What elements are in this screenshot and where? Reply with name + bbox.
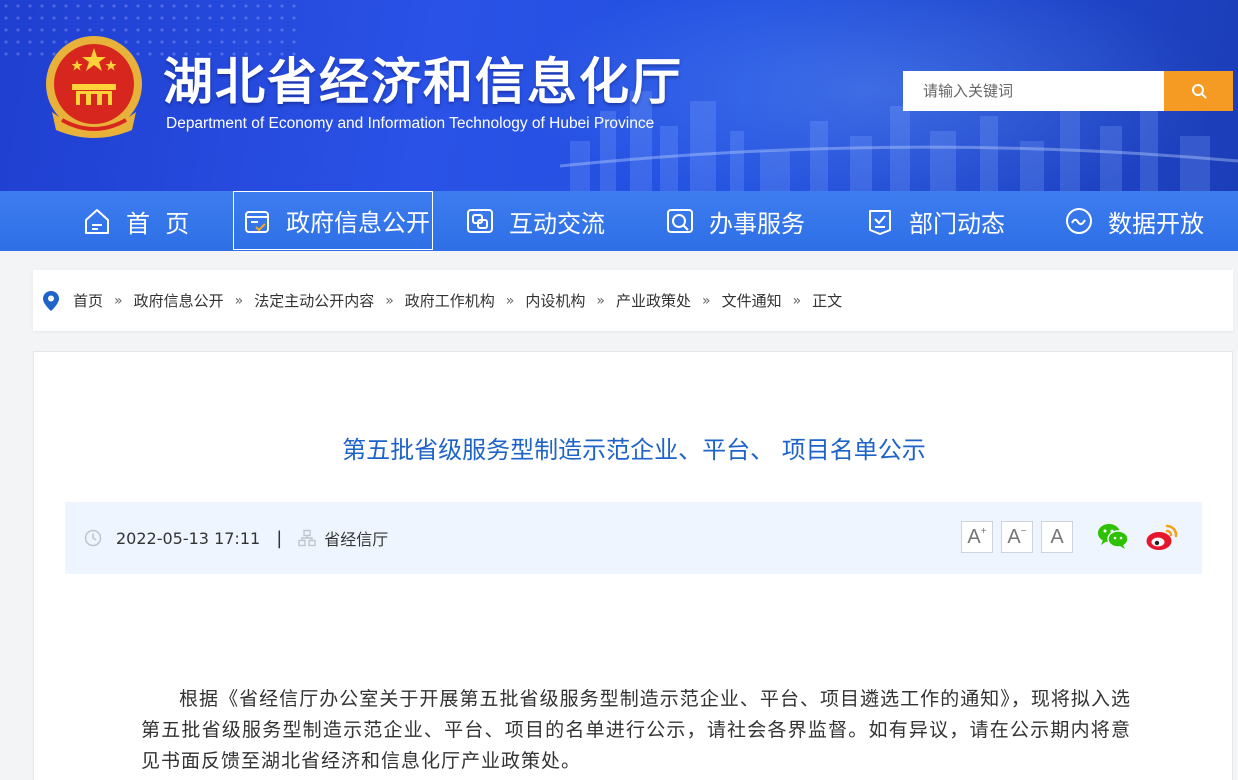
home-icon <box>85 209 109 234</box>
breadcrumb-separator: » <box>505 292 515 309</box>
font-size-reset-button[interactable]: A <box>1041 521 1073 553</box>
data-icon <box>1066 208 1092 234</box>
header-banner: 湖北省经济和信息化厅 Department of Economy and Inf… <box>0 0 1238 191</box>
location-pin-icon <box>43 290 59 311</box>
breadcrumb-separator: » <box>385 292 394 309</box>
main-nav: 首 页 政府信息公开 互动交流 办事服务 部门动态 数据开放 <box>0 191 1238 251</box>
chat-icon <box>467 209 493 233</box>
weibo-icon[interactable] <box>1145 522 1179 552</box>
breadcrumb: 首页 » 政府信息公开 » 法定主动公开内容 » 政府工作机构 » 内设机构 »… <box>33 270 1233 331</box>
organization-icon <box>298 529 316 547</box>
search-input[interactable] <box>903 71 1164 111</box>
document-icon <box>245 210 269 233</box>
publish-date: 2022-05-13 17:11 <box>116 528 261 548</box>
breadcrumb-item-gov-info[interactable]: 政府信息公开 <box>134 290 224 311</box>
breadcrumb-item-policy-office[interactable]: 产业政策处 <box>616 290 691 311</box>
nav-item-services[interactable]: 办事服务 <box>665 191 805 251</box>
breadcrumb-item-gov-agencies[interactable]: 政府工作机构 <box>405 290 495 311</box>
article-meta-bar: 2022-05-13 17:11 | 省经信厅 A + A − A <box>65 502 1202 574</box>
font-size-decrease-button[interactable]: A − <box>1001 521 1033 553</box>
breadcrumb-separator: » <box>596 292 605 309</box>
national-emblem-logo <box>46 36 142 138</box>
article-panel: 第五批省级服务型制造示范企业、平台、 项目名单公示 2022-05-13 17:… <box>33 351 1233 780</box>
service-icon <box>667 209 693 233</box>
search-button[interactable] <box>1164 71 1233 111</box>
nav-item-interaction[interactable]: 互动交流 <box>465 191 605 251</box>
breadcrumb-item-notices[interactable]: 文件通知 <box>722 290 782 311</box>
clock-icon <box>84 529 102 547</box>
nav-label-open-data: 数据开放 <box>1108 209 1204 238</box>
breadcrumb-separator: » <box>114 292 123 309</box>
nav-label-services: 办事服务 <box>709 209 805 238</box>
article-title: 第五批省级服务型制造示范企业、平台、 项目名单公示 <box>342 436 926 464</box>
breadcrumb-item-current: 正文 <box>812 292 843 310</box>
nav-label-home: 首 页 <box>126 209 190 238</box>
nav-label-gov-info: 政府信息公开 <box>286 209 430 237</box>
breadcrumb-item-home[interactable]: 首页 <box>73 290 103 311</box>
article-source: 省经信厅 <box>324 530 389 549</box>
nav-item-gov-info[interactable]: 政府信息公开 <box>233 191 433 250</box>
nav-label-department-news: 部门动态 <box>909 209 1005 238</box>
nav-label-interaction: 互动交流 <box>509 209 605 238</box>
nav-item-home[interactable]: 首 页 <box>82 191 189 251</box>
search-icon <box>1191 84 1206 99</box>
article-body: 根据《省经信厅办公室关于开展第五批省级服务型制造示范企业、平台、项目遴选工作的通… <box>141 688 1131 772</box>
meta-separator: | <box>276 527 283 549</box>
nav-item-department-news[interactable]: 部门动态 <box>865 191 1005 251</box>
font-size-increase-button[interactable]: A + <box>961 521 993 553</box>
breadcrumb-separator: » <box>701 292 711 309</box>
site-title-english: Department of Economy and Information Te… <box>166 115 655 132</box>
nav-item-open-data[interactable]: 数据开放 <box>1064 191 1204 251</box>
news-icon <box>869 210 891 235</box>
breadcrumb-separator: » <box>234 292 244 309</box>
breadcrumb-item-internal-units[interactable]: 内设机构 <box>525 290 585 311</box>
breadcrumb-separator: » <box>792 292 802 309</box>
search-box <box>903 71 1233 111</box>
breadcrumb-item-statutory[interactable]: 法定主动公开内容 <box>254 290 374 311</box>
wechat-icon[interactable] <box>1097 522 1129 550</box>
site-title: 湖北省经济和信息化厅 <box>163 53 683 111</box>
